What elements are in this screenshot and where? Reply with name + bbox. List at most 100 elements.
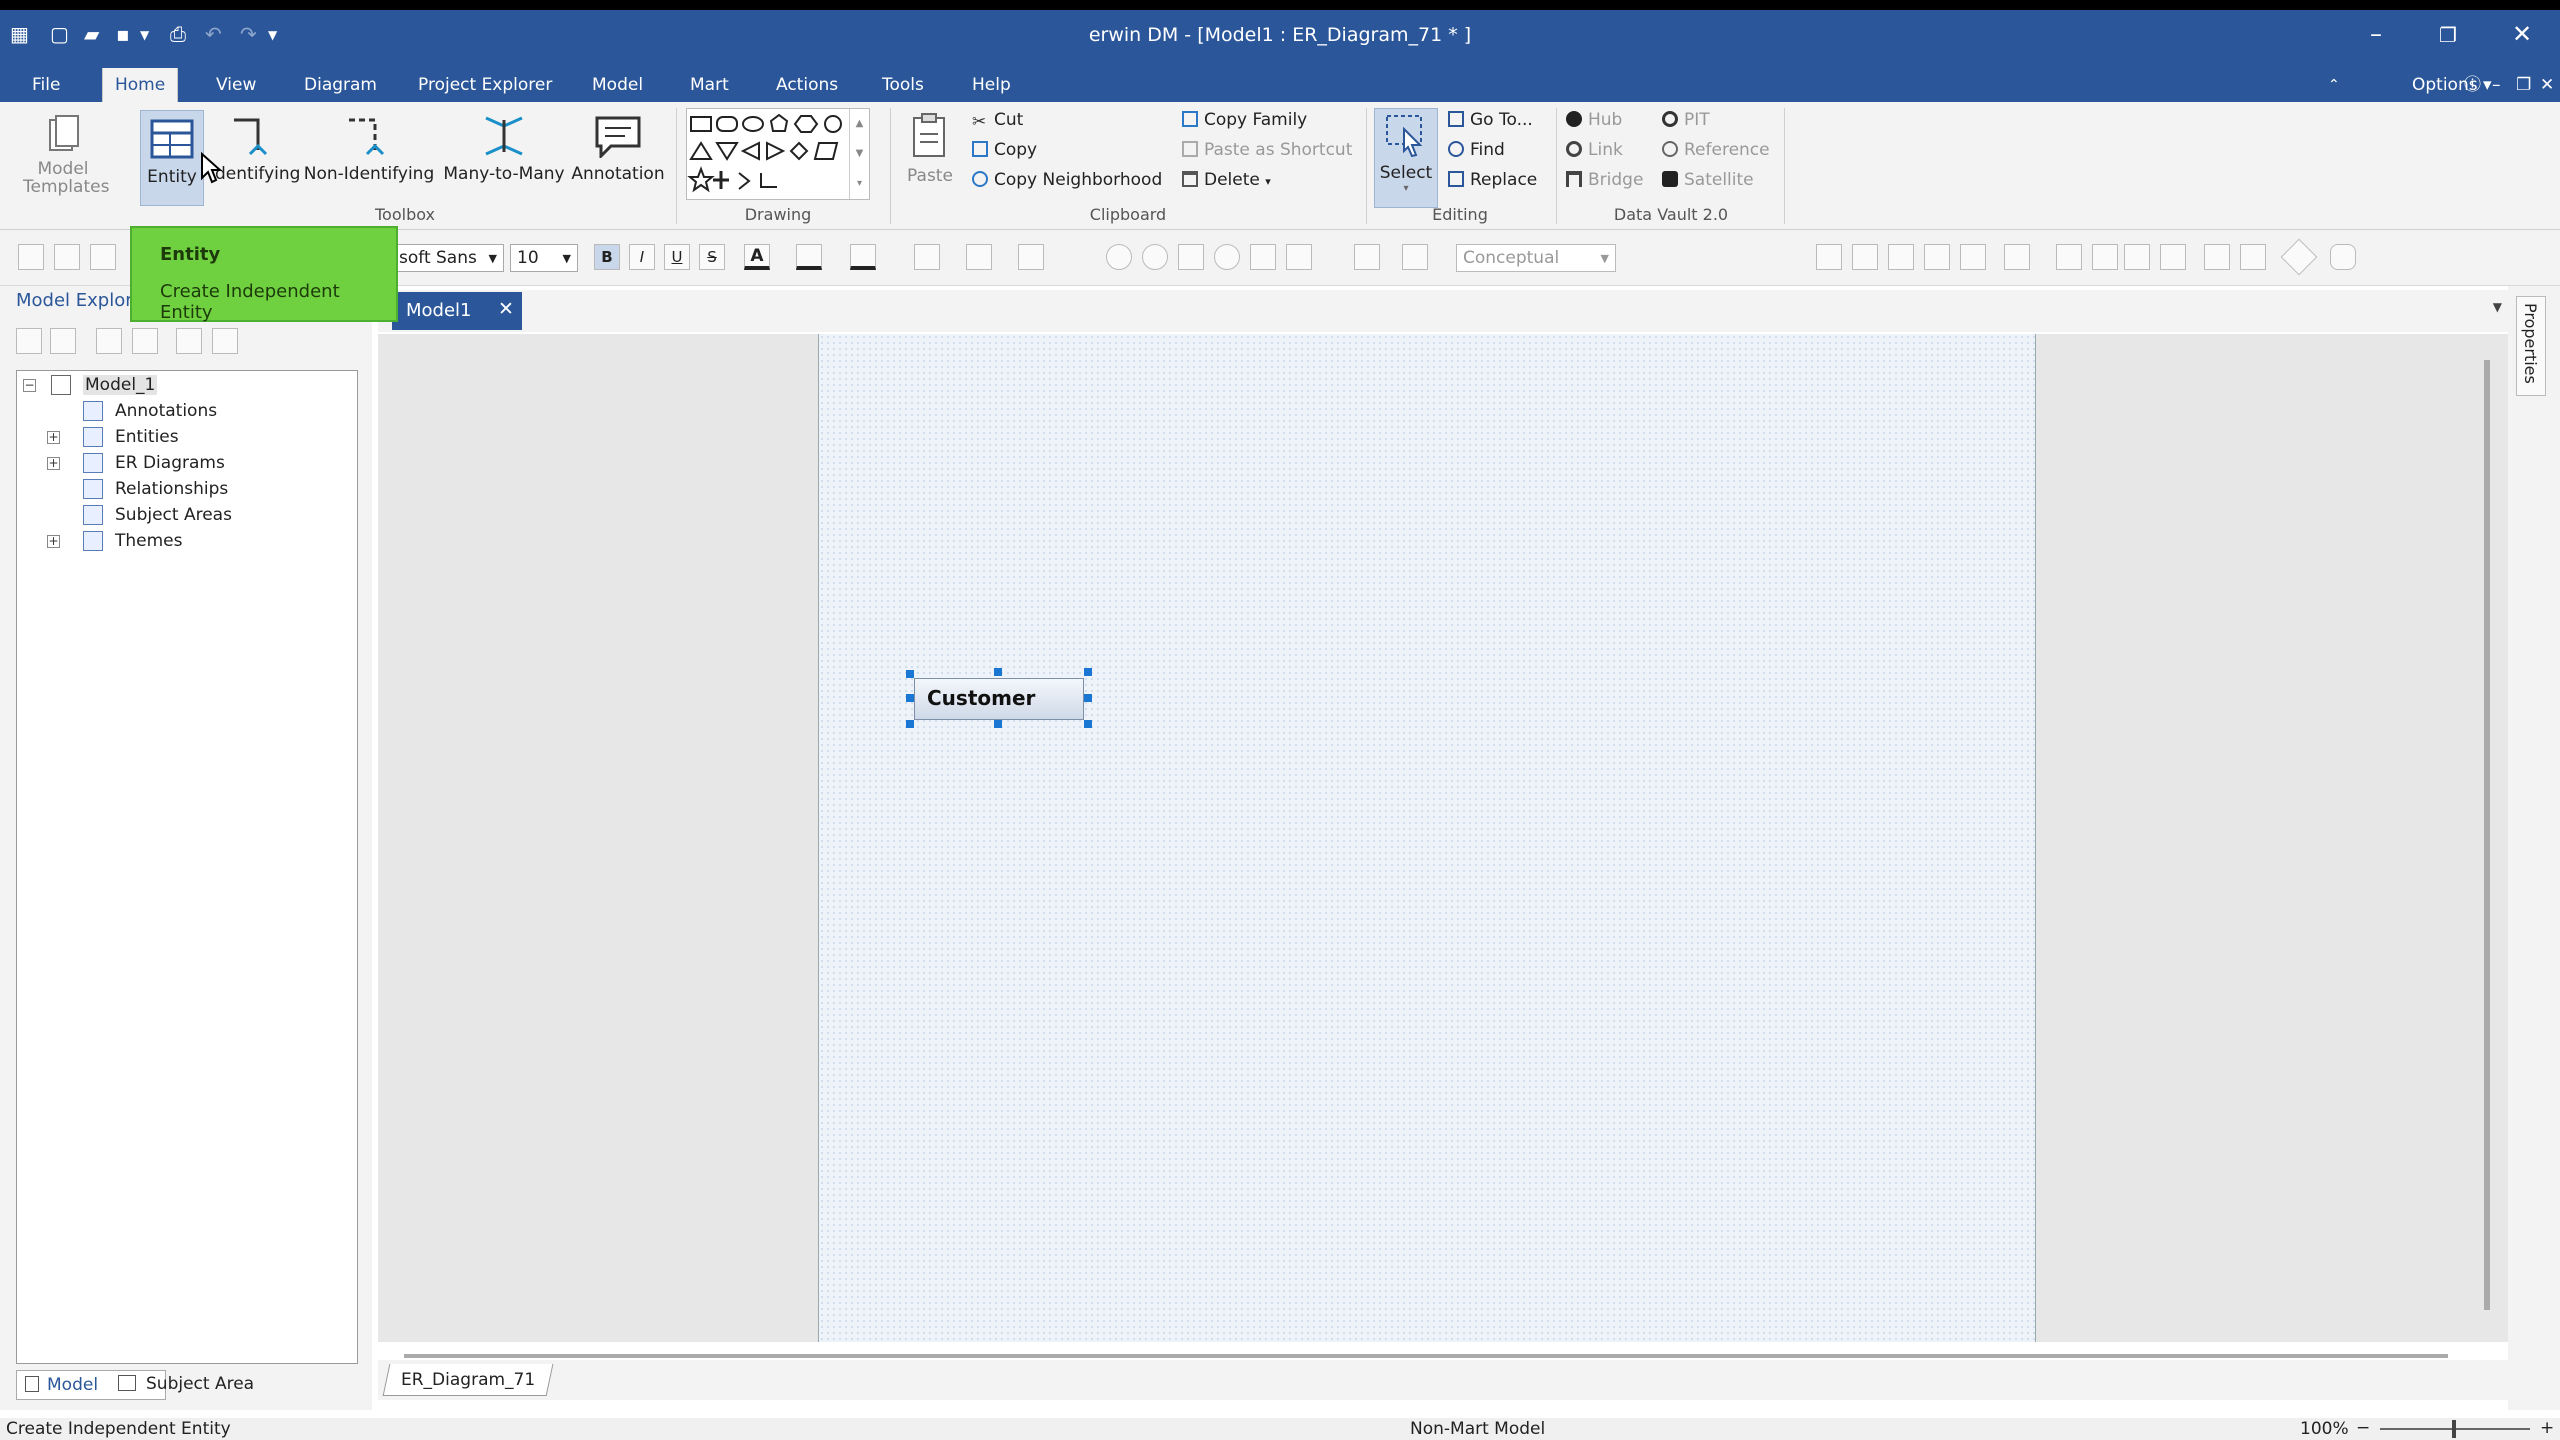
bridge-button[interactable]: Bridge bbox=[1566, 170, 1643, 190]
lock-icon[interactable] bbox=[2004, 244, 2030, 270]
diagram-tab-er-diagram-71[interactable]: ER_Diagram_71 bbox=[382, 1364, 554, 1396]
menu-help[interactable]: Help bbox=[960, 68, 1023, 102]
properties-tab[interactable]: Properties bbox=[2516, 296, 2546, 396]
copy-family-button[interactable]: Copy Family bbox=[1182, 110, 1307, 130]
pit-button[interactable]: PIT bbox=[1662, 110, 1710, 130]
menu-mart[interactable]: Mart bbox=[678, 68, 741, 102]
selection-handle[interactable] bbox=[1084, 668, 1092, 676]
diagram-tool-icon-1[interactable] bbox=[1816, 244, 1842, 270]
line-style-icon[interactable] bbox=[966, 244, 992, 270]
diamond-icon[interactable] bbox=[2280, 238, 2318, 276]
table-view-icon[interactable] bbox=[18, 244, 44, 270]
menu-home[interactable]: Home bbox=[102, 68, 179, 102]
relationship-tool-icon[interactable] bbox=[54, 244, 80, 270]
compare-icon[interactable] bbox=[2056, 244, 2082, 270]
align-icon[interactable] bbox=[1402, 244, 1428, 270]
non-identifying-tool-button[interactable]: Non-Identifying bbox=[302, 114, 436, 184]
reference-button[interactable]: Reference bbox=[1662, 140, 1770, 160]
underline-button[interactable]: U bbox=[664, 244, 690, 270]
gallery-scroll[interactable]: ▲ ▼ ▾ bbox=[849, 109, 869, 199]
non-identifying-tool-icon[interactable] bbox=[90, 244, 116, 270]
selection-handle[interactable] bbox=[906, 720, 914, 728]
diagram-tool-icon-2[interactable] bbox=[1852, 244, 1878, 270]
find-button[interactable]: Find bbox=[1448, 140, 1505, 160]
entity-tool-button[interactable]: Entity bbox=[140, 110, 204, 206]
sync-icon[interactable] bbox=[2160, 244, 2186, 270]
select-button[interactable]: Select ▾ bbox=[1374, 108, 1438, 208]
selection-handle[interactable] bbox=[994, 720, 1002, 728]
menu-view[interactable]: View bbox=[204, 68, 268, 102]
font-size-select[interactable]: 10 ▼ bbox=[510, 244, 578, 272]
forward-icon[interactable] bbox=[50, 328, 76, 354]
menu-actions[interactable]: Actions bbox=[764, 68, 850, 102]
selection-handle[interactable] bbox=[1084, 694, 1092, 702]
line-color-icon[interactable] bbox=[850, 244, 876, 270]
horizontal-scrollbar[interactable] bbox=[404, 1354, 2448, 1358]
delete-button[interactable]: Delete ▾ bbox=[1182, 170, 1271, 190]
delete-item-icon[interactable] bbox=[132, 328, 158, 354]
tree-item-annotations[interactable]: Annotations bbox=[115, 401, 217, 421]
report-icon[interactable] bbox=[1960, 244, 1986, 270]
zoom-out-button[interactable]: − bbox=[2356, 1418, 2370, 1438]
doc-close-button[interactable]: ✕ bbox=[2528, 68, 2560, 102]
annotation-tool-button[interactable]: Annotation bbox=[568, 114, 668, 184]
link-button[interactable]: Link bbox=[1566, 140, 1623, 160]
tree-item-entities[interactable]: Entities bbox=[115, 427, 179, 447]
document-tab-model1[interactable]: Model1 ✕ bbox=[392, 292, 522, 330]
vertical-scrollbar[interactable] bbox=[2484, 360, 2490, 1310]
subject-area-tab[interactable]: Subject Area bbox=[118, 1374, 254, 1394]
drawing-shapes-gallery[interactable]: ▲ ▼ ▾ bbox=[686, 108, 870, 200]
line-spacing-icon[interactable] bbox=[1018, 244, 1044, 270]
print-model-icon[interactable] bbox=[2240, 244, 2266, 270]
reverse-engineer-icon[interactable] bbox=[2124, 244, 2150, 270]
tree-item-themes[interactable]: Themes bbox=[115, 531, 183, 551]
minimize-button[interactable]: – bbox=[2356, 20, 2396, 48]
zoom-slider-thumb[interactable] bbox=[2452, 1420, 2456, 1438]
database-icon[interactable] bbox=[2330, 244, 2356, 270]
menu-model[interactable]: Model bbox=[580, 68, 655, 102]
menu-diagram[interactable]: Diagram bbox=[292, 68, 389, 102]
close-tab-icon[interactable]: ✕ bbox=[498, 298, 514, 320]
diagram-canvas-page[interactable] bbox=[818, 334, 2036, 1342]
forward-engineer-icon[interactable] bbox=[2092, 244, 2118, 270]
cut-button[interactable]: ✂ Cut bbox=[972, 110, 1023, 132]
zoom-out-icon[interactable] bbox=[1142, 244, 1168, 270]
selection-handle[interactable] bbox=[906, 694, 914, 702]
paste-as-shortcut-button[interactable]: Paste as Shortcut bbox=[1182, 140, 1352, 160]
restore-button[interactable]: ❐ bbox=[2428, 23, 2468, 47]
hub-button[interactable]: Hub bbox=[1566, 110, 1622, 130]
selection-handle[interactable] bbox=[1084, 720, 1092, 728]
back-icon[interactable] bbox=[16, 328, 42, 354]
tree-item-er-diagrams[interactable]: ER Diagrams bbox=[115, 453, 225, 473]
screen-icon[interactable] bbox=[2204, 244, 2230, 270]
display-level-select[interactable]: Conceptual ▼ bbox=[1456, 244, 1616, 272]
save-model-icon[interactable] bbox=[1924, 244, 1950, 270]
model-templates-button[interactable]: Model Templates bbox=[8, 114, 118, 196]
entity-customer[interactable]: Customer bbox=[914, 678, 1084, 720]
tree-item-relationships[interactable]: Relationships bbox=[115, 479, 228, 499]
line-weight-icon[interactable] bbox=[914, 244, 940, 270]
identifying-tool-button[interactable]: Identifying bbox=[210, 114, 300, 184]
fit-page-icon[interactable] bbox=[1178, 244, 1204, 270]
expand-icon[interactable]: + bbox=[47, 535, 60, 548]
font-family-select[interactable]: soft Sans ▼ bbox=[392, 244, 504, 272]
expand-icon[interactable]: + bbox=[47, 457, 60, 470]
zoom-selection-icon[interactable] bbox=[1214, 244, 1240, 270]
zoom-in-icon[interactable] bbox=[1106, 244, 1132, 270]
fit-model-icon[interactable] bbox=[1250, 244, 1276, 270]
layout-icon[interactable] bbox=[1354, 244, 1380, 270]
collapse-icon[interactable]: − bbox=[23, 379, 36, 392]
tab-list-dropdown-icon[interactable]: ▼ bbox=[2493, 300, 2502, 314]
copy-button[interactable]: Copy bbox=[972, 140, 1037, 160]
tag-icon[interactable] bbox=[212, 328, 238, 354]
many-to-many-tool-button[interactable]: Many-to-Many bbox=[440, 114, 568, 184]
italic-button[interactable]: I bbox=[629, 244, 655, 270]
strikethrough-button[interactable]: S bbox=[699, 244, 725, 270]
replace-button[interactable]: Replace bbox=[1448, 170, 1537, 190]
font-color-icon[interactable]: A bbox=[744, 244, 770, 270]
expand-icon[interactable]: + bbox=[47, 431, 60, 444]
menu-tools[interactable]: Tools bbox=[870, 68, 936, 102]
tree-item-subject-areas[interactable]: Subject Areas bbox=[115, 505, 232, 525]
binoculars-icon[interactable] bbox=[176, 328, 202, 354]
selection-handle[interactable] bbox=[906, 670, 914, 678]
